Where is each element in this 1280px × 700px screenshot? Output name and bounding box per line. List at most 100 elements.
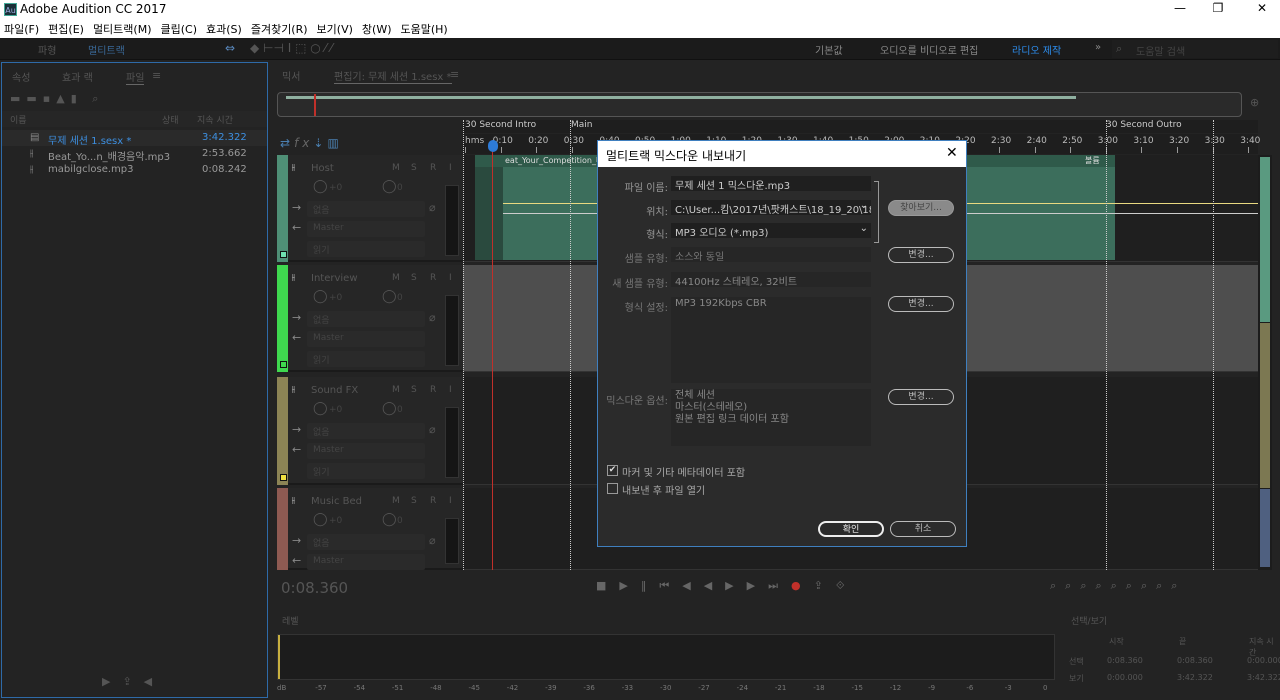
track-name[interactable]: Interview bbox=[311, 273, 358, 284]
track-header[interactable]: Interview ⫲ M S R I ◯ +0 ◯ 0 → 없음 ⌀ ← Master 읽기 bbox=[277, 265, 463, 372]
output-select[interactable]: Master bbox=[307, 554, 425, 570]
record-arm-button[interactable]: R bbox=[430, 385, 436, 395]
input-monitor-button[interactable]: I bbox=[449, 385, 452, 395]
track-name[interactable]: Host bbox=[311, 163, 334, 174]
menu-item[interactable]: 클립(C) bbox=[161, 21, 198, 37]
location-select[interactable]: C:\User...킴\2017년\팟캐스트\18_19_20\18회 ⌄ bbox=[671, 200, 871, 215]
preview-controls[interactable]: ▶⇪◀ bbox=[102, 675, 164, 688]
col-name[interactable]: 이름 bbox=[10, 113, 27, 126]
solo-button[interactable]: S bbox=[411, 496, 417, 506]
input-select[interactable]: 없음 bbox=[307, 311, 425, 327]
phase-invert-icon[interactable]: ⌀ bbox=[429, 423, 436, 436]
phase-invert-icon[interactable]: ⌀ bbox=[429, 311, 436, 324]
filename-input[interactable]: 무제 세션 1 믹스다운.mp3 bbox=[671, 176, 871, 191]
phase-invert-icon[interactable]: ⌀ bbox=[429, 534, 436, 547]
multitrack-view-button[interactable]: 멀티트랙 bbox=[88, 42, 125, 57]
menu-item[interactable]: 효과(S) bbox=[206, 21, 242, 37]
transport-controls[interactable]: ■▶‖⏮◀◀▶▶⏭●⇪⟐ bbox=[596, 579, 858, 593]
track-header[interactable]: Host ⫲ M S R I ◯ +0 ◯ 0 → 없음 ⌀ ← Master 읽기 bbox=[277, 155, 463, 262]
menu-item[interactable]: 창(W) bbox=[362, 21, 392, 37]
panel-menu-icon[interactable]: ≡ bbox=[152, 69, 161, 82]
track-select-indicator[interactable] bbox=[280, 361, 287, 368]
marker-intro[interactable]: 30 Second Intro bbox=[465, 120, 536, 130]
more-workspaces-icon[interactable]: » bbox=[1095, 42, 1101, 53]
format-select[interactable]: MP3 오디오 (*.mp3) ⌄ bbox=[671, 223, 871, 238]
file-actions-icons[interactable]: ▬▬▪▲▮ ⌕ bbox=[10, 92, 104, 106]
menu-item[interactable]: 파일(F) bbox=[4, 21, 39, 37]
track-select-indicator[interactable] bbox=[280, 474, 287, 481]
output-select[interactable]: Master bbox=[307, 221, 425, 237]
minimize-button[interactable]: — bbox=[1170, 1, 1190, 15]
file-row[interactable]: ⫲ Beat_Yo...n_배경음악.mp3 2:53.662 bbox=[2, 146, 267, 163]
pan-knob-icon[interactable]: ◯ bbox=[382, 289, 397, 304]
selection-duration[interactable]: 0:00.000 bbox=[1247, 656, 1280, 665]
selection-start[interactable]: 0:08.360 bbox=[1107, 656, 1143, 665]
workspace-radio[interactable]: 라디오 제작 bbox=[1012, 42, 1061, 57]
menu-item[interactable]: 편집(E) bbox=[48, 21, 84, 37]
track-name[interactable]: Music Bed bbox=[311, 496, 362, 507]
track-select-indicator[interactable] bbox=[280, 251, 287, 258]
tab-properties[interactable]: 속성 bbox=[12, 69, 30, 84]
input-select[interactable]: 없음 bbox=[307, 201, 425, 217]
vertical-scrollbar[interactable] bbox=[1258, 155, 1272, 570]
playhead-handle[interactable] bbox=[488, 140, 498, 152]
mute-button[interactable]: M bbox=[392, 385, 400, 395]
mute-button[interactable]: M bbox=[392, 273, 400, 283]
phase-invert-icon[interactable]: ⌀ bbox=[429, 201, 436, 214]
automation-mode-select[interactable]: 읽기 bbox=[307, 351, 425, 367]
tab-files[interactable]: 파일 bbox=[126, 69, 145, 85]
marker-main[interactable]: Main bbox=[571, 120, 593, 130]
solo-button[interactable]: S bbox=[411, 273, 417, 283]
file-row[interactable]: ⫲ mabilgclose.mp3 0:08.242 bbox=[2, 162, 267, 178]
tab-mixer[interactable]: 믹서 bbox=[282, 68, 300, 83]
selection-start[interactable]: 0:00.000 bbox=[1107, 673, 1143, 682]
volume-knob-icon[interactable]: ◯ bbox=[313, 179, 328, 194]
maximize-button[interactable]: ❐ bbox=[1208, 1, 1228, 15]
output-select[interactable]: Master bbox=[307, 331, 425, 347]
tab-editor[interactable]: 편집기: 무제 세션 1.sesx * bbox=[334, 68, 452, 84]
solo-button[interactable]: S bbox=[411, 163, 417, 173]
move-tool-icon[interactable]: ⇔ bbox=[225, 41, 235, 55]
selection-duration[interactable]: 3:42.322 bbox=[1247, 673, 1280, 682]
record-arm-button[interactable]: R bbox=[430, 496, 436, 506]
ok-button[interactable]: 확인 bbox=[818, 521, 884, 537]
open-after-export-checkbox[interactable] bbox=[607, 483, 618, 494]
menu-item[interactable]: 도움말(H) bbox=[401, 21, 448, 37]
razor-tool-icon[interactable]: ◆ ⊢⊣ I ⬚ ○ ⁄ ⁄ bbox=[250, 41, 332, 55]
col-status[interactable]: 상태 bbox=[162, 113, 179, 126]
volume-knob-icon[interactable]: ◯ bbox=[313, 401, 328, 416]
menu-item[interactable]: 멀티트랙(M) bbox=[93, 21, 152, 37]
track-header[interactable]: Music Bed ⫲ M S R I ◯ +0 ◯ 0 → 없음 ⌀ ← Master bbox=[277, 488, 463, 570]
workspace-default[interactable]: 기본값 bbox=[815, 42, 843, 57]
cancel-button[interactable]: 취소 bbox=[890, 521, 956, 537]
browse-button[interactable]: 찾아보기... bbox=[888, 200, 954, 216]
intro-clip[interactable] bbox=[475, 167, 503, 260]
track-header[interactable]: Sound FX ⫲ M S R I ◯ +0 ◯ 0 → 없음 ⌀ ← Master 읽기 bbox=[277, 377, 463, 485]
pan-knob-icon[interactable]: ◯ bbox=[382, 179, 397, 194]
solo-button[interactable]: S bbox=[411, 385, 417, 395]
input-select[interactable]: 없음 bbox=[307, 423, 425, 439]
menu-item[interactable]: 즐겨찾기(R) bbox=[251, 21, 308, 37]
help-search[interactable]: ⌕ 도움말 검색 bbox=[1112, 40, 1278, 58]
marker-outro[interactable]: 30 Second Outro bbox=[1106, 120, 1182, 130]
input-monitor-button[interactable]: I bbox=[449, 163, 452, 173]
change-sample-type-button[interactable]: 변경... bbox=[888, 247, 954, 263]
col-duration[interactable]: 지속 시간 bbox=[197, 113, 233, 126]
zoom-controls[interactable]: ⌕⌕⌕⌕⌕⌕⌕⌕⌕ bbox=[1050, 579, 1186, 593]
input-monitor-button[interactable]: I bbox=[449, 273, 452, 283]
zoom-icon[interactable]: ⊕ bbox=[1250, 96, 1259, 109]
record-arm-button[interactable]: R bbox=[430, 273, 436, 283]
input-monitor-button[interactable]: I bbox=[449, 496, 452, 506]
change-format-settings-button[interactable]: 변경... bbox=[888, 296, 954, 312]
input-select[interactable]: 없음 bbox=[307, 534, 425, 550]
volume-knob-icon[interactable]: ◯ bbox=[313, 289, 328, 304]
record-arm-button[interactable]: R bbox=[430, 163, 436, 173]
zoom-navigator[interactable] bbox=[277, 92, 1242, 117]
selection-end[interactable]: 0:08.360 bbox=[1177, 656, 1213, 665]
pan-knob-icon[interactable]: ◯ bbox=[382, 512, 397, 527]
track-name[interactable]: Sound FX bbox=[311, 385, 358, 396]
mute-button[interactable]: M bbox=[392, 163, 400, 173]
menu-item[interactable]: 보기(V) bbox=[317, 21, 353, 37]
automation-mode-select[interactable]: 읽기 bbox=[307, 241, 425, 257]
automation-mode-select[interactable]: 읽기 bbox=[307, 463, 425, 479]
